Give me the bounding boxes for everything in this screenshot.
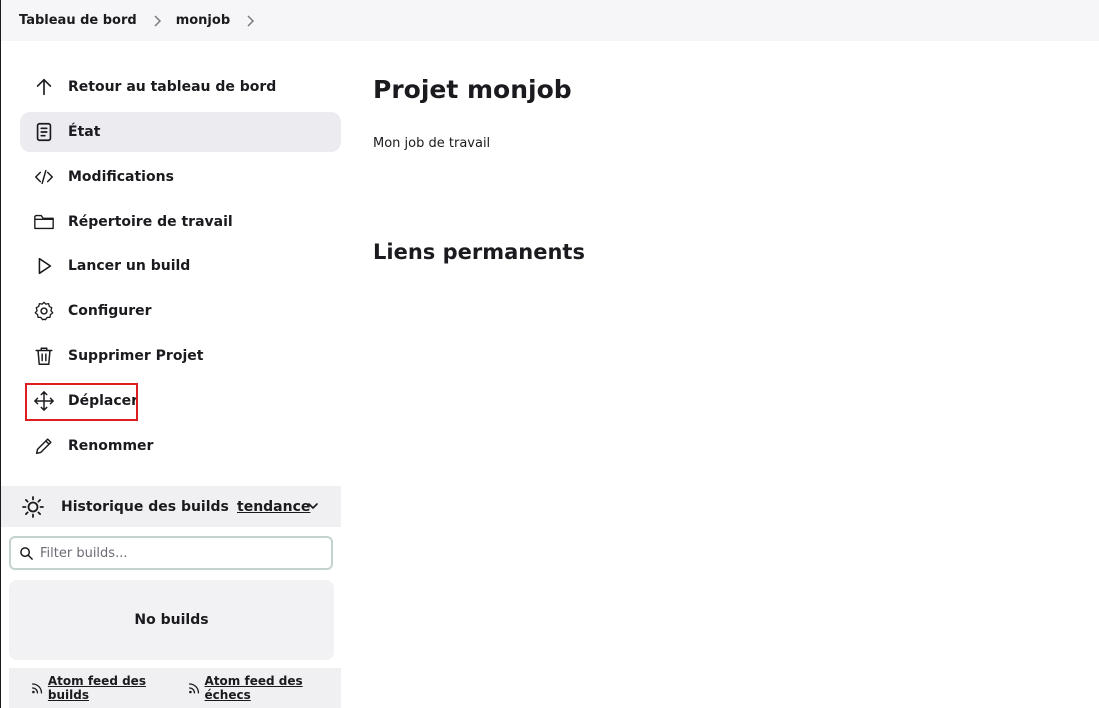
trend-link[interactable]: tendance (237, 499, 310, 515)
task-rename[interactable]: Renommer (20, 426, 341, 466)
atom-feed-builds-label: Atom feed des builds (47, 674, 146, 702)
task-back-to-dashboard[interactable]: Retour au tableau de bord (20, 67, 341, 107)
task-workspace[interactable]: Répertoire de travail (20, 202, 341, 242)
trash-icon (33, 345, 55, 367)
highlight-box (25, 383, 138, 421)
atom-feed-failures-label: Atom feed des échecs (204, 674, 303, 702)
chevron-down-icon[interactable] (307, 500, 319, 512)
task-status[interactable]: État (20, 112, 341, 152)
rss-icon (31, 683, 43, 694)
task-label: Répertoire de travail (68, 214, 233, 230)
gear-icon (33, 300, 55, 322)
permalinks-title: Liens permanents (373, 240, 585, 264)
task-label: Supprimer Projet (68, 348, 204, 364)
task-build-now[interactable]: Lancer un build (20, 246, 341, 286)
atom-feed-builds-link[interactable]: Atom feed des builds (31, 674, 180, 702)
code-icon (33, 166, 55, 188)
task-delete-project[interactable]: Supprimer Projet (20, 336, 341, 376)
chevron-right-icon[interactable] (246, 14, 255, 27)
play-icon (33, 255, 55, 277)
chevron-right-icon[interactable] (153, 14, 162, 27)
atom-feed-failures-link[interactable]: Atom feed des échecs (188, 674, 341, 702)
breadcrumb: Tableau de bord monjob (1, 0, 1099, 41)
folder-icon (33, 211, 55, 233)
breadcrumb-dashboard[interactable]: Tableau de bord (19, 13, 137, 28)
task-label: Renommer (68, 438, 154, 454)
task-label: Modifications (68, 169, 174, 185)
page-title: Projet monjob (373, 75, 572, 104)
task-label: Lancer un build (68, 258, 191, 274)
task-changes[interactable]: Modifications (20, 157, 341, 197)
sun-icon (21, 495, 45, 519)
breadcrumb-monjob[interactable]: monjob (176, 13, 230, 28)
pencil-icon (33, 435, 55, 457)
build-history-title: Historique des builds (61, 498, 229, 515)
arrow-up-icon (33, 76, 55, 98)
project-description: Mon job de travail (373, 136, 491, 151)
no-builds-text: No builds (134, 612, 209, 628)
no-builds-panel: No builds (9, 580, 334, 660)
sidebar: Retour au tableau de bord État Modificat… (1, 41, 341, 708)
search-icon (20, 546, 33, 560)
atom-feeds: Atom feed des builds Atom feed des échec… (9, 668, 341, 708)
rss-icon (188, 683, 199, 694)
document-icon (33, 121, 55, 143)
task-label: Configurer (68, 303, 152, 319)
filter-builds-field[interactable] (9, 536, 333, 570)
task-label: Retour au tableau de bord (68, 79, 277, 95)
task-configure[interactable]: Configurer (20, 291, 341, 331)
filter-builds-input[interactable] (40, 545, 320, 561)
build-history-header: Historique des builds tendance (1, 486, 341, 527)
task-label: État (68, 124, 101, 140)
